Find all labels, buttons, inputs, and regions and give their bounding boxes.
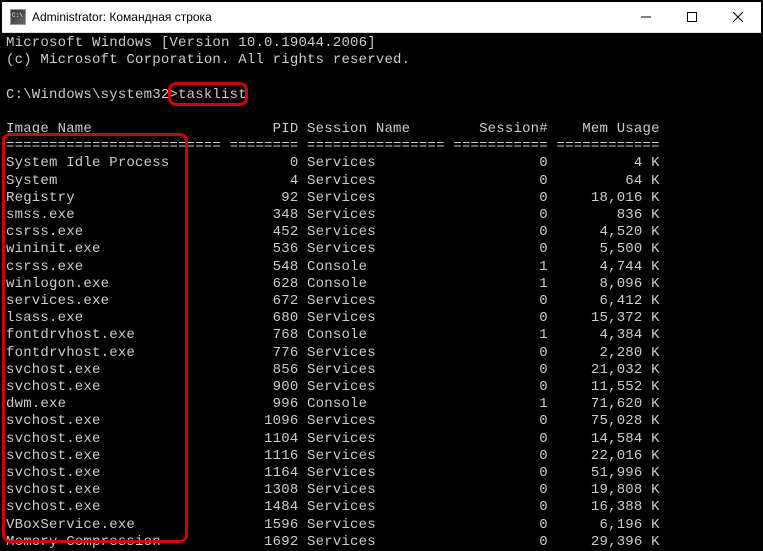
minimize-button[interactable] — [623, 2, 669, 32]
console-output[interactable]: Microsoft Windows [Version 10.0.19044.20… — [2, 33, 761, 551]
window-title: Administrator: Командная строка — [32, 10, 623, 24]
maximize-button[interactable] — [669, 2, 715, 32]
highlight-image-name-column — [2, 133, 188, 543]
highlight-command — [168, 82, 248, 106]
cmd-icon — [10, 9, 26, 25]
window-controls — [623, 2, 761, 32]
titlebar: Administrator: Командная строка — [2, 2, 761, 33]
close-button[interactable] — [715, 2, 761, 32]
